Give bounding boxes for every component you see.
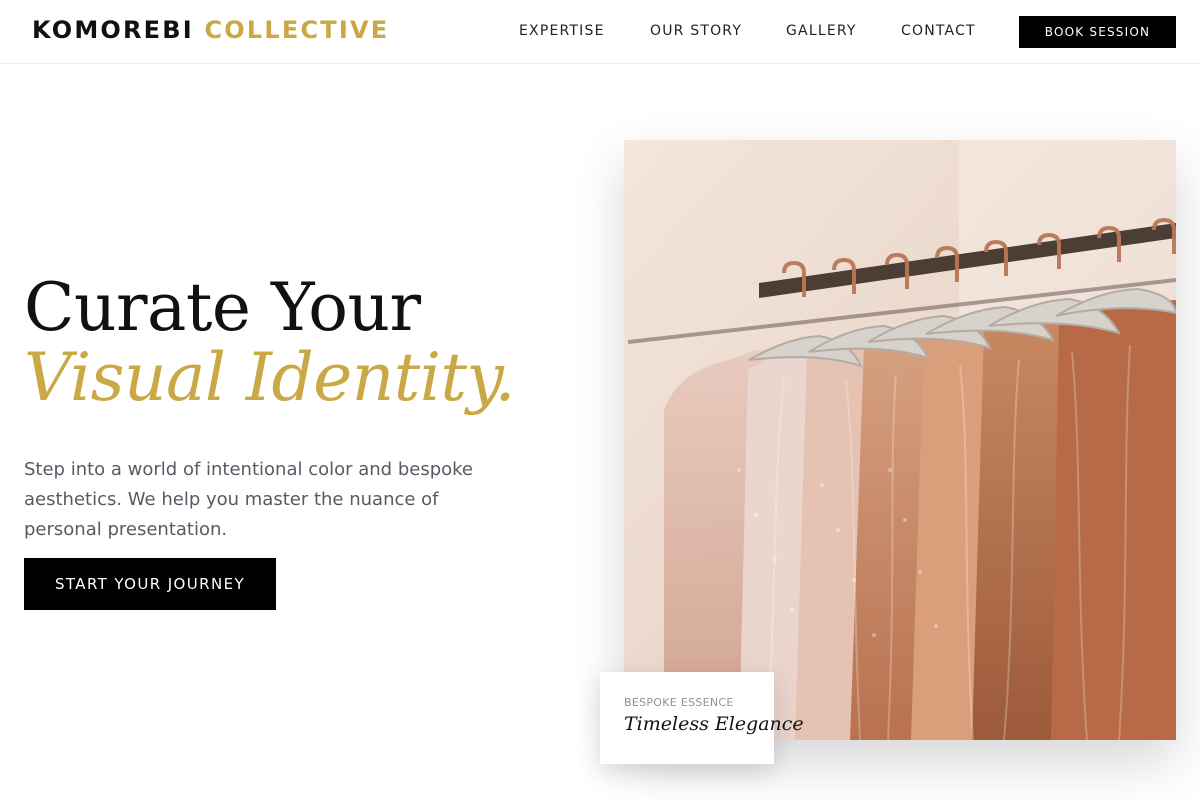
- top-navigation-bar: KOMOREBI COLLECTIVE EXPERTISE OUR STORY …: [0, 0, 1200, 64]
- garment-7: [1051, 300, 1176, 740]
- brand-name-accent: COLLECTIVE: [204, 16, 390, 44]
- brand-logo[interactable]: KOMOREBI COLLECTIVE: [32, 16, 389, 44]
- nav-gallery-link[interactable]: GALLERY: [786, 23, 857, 39]
- brand-name-primary: KOMOREBI: [32, 16, 194, 44]
- feature-card: BESPOKE ESSENCE Timeless Elegance: [600, 672, 804, 764]
- feature-card-title: Timeless Elegance: [624, 713, 804, 735]
- start-your-journey-button[interactable]: START YOUR JOURNEY: [24, 558, 276, 610]
- nav-our-story-link[interactable]: OUR STORY: [650, 23, 742, 39]
- feature-card-label: BESPOKE ESSENCE: [624, 696, 734, 709]
- book-session-button[interactable]: BOOK SESSION: [1019, 16, 1176, 48]
- hero-title-line-2: Visual Identity.: [24, 339, 515, 416]
- nav-contact-link[interactable]: CONTACT: [901, 23, 976, 39]
- nav-expertise-link[interactable]: EXPERTISE: [519, 23, 605, 39]
- hero-photo-clothing-rack: [624, 140, 1176, 740]
- clothing-rack-illustration: [624, 140, 1176, 740]
- hero-description: Step into a world of intentional color a…: [24, 459, 473, 540]
